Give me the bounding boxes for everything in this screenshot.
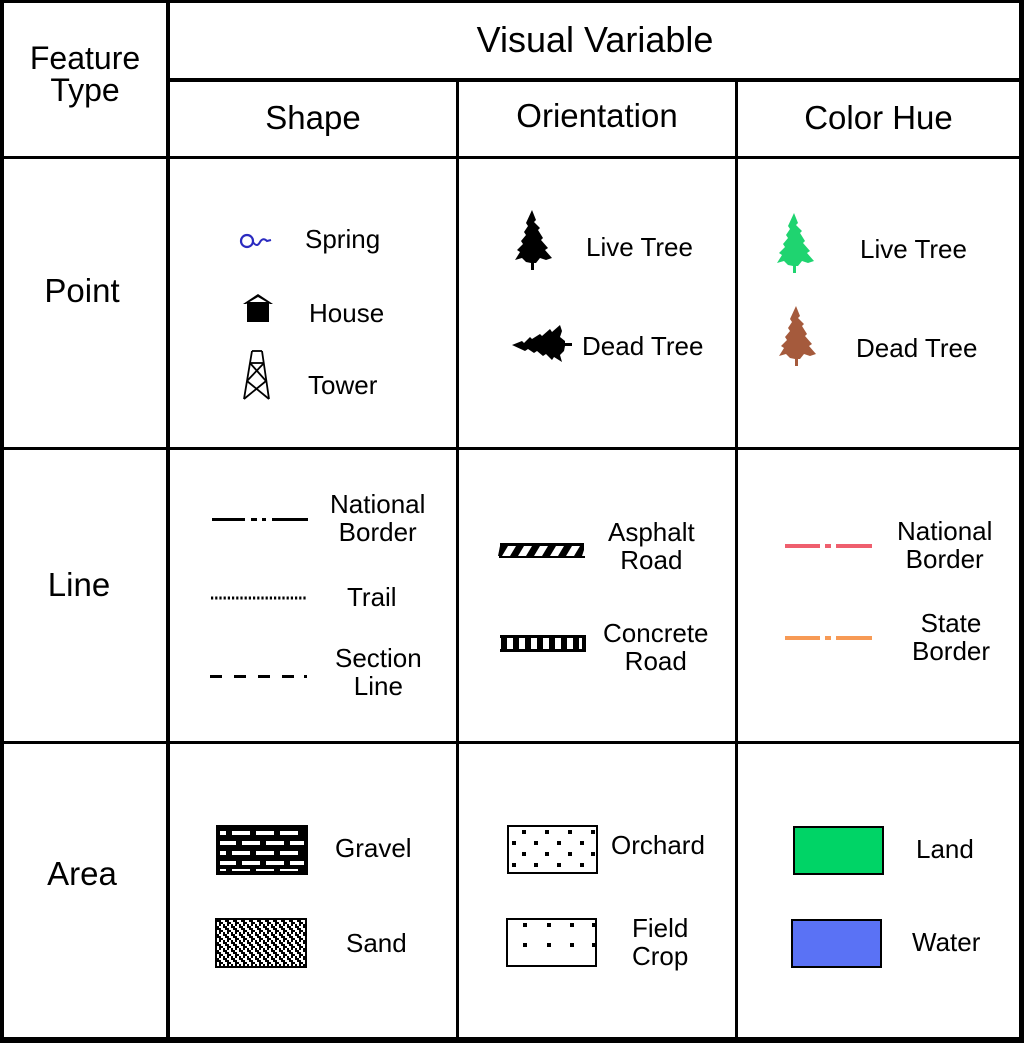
column-header-color-hue: Color Hue — [804, 99, 953, 136]
national-border-color-symbol — [785, 544, 872, 548]
column-header-orientation: Orientation — [516, 97, 678, 134]
land-label: Land — [916, 834, 974, 864]
water-color-swatch — [791, 919, 882, 968]
house-label: House — [309, 298, 385, 328]
column-divider-2 — [456, 78, 459, 1040]
tower-icon — [243, 350, 270, 400]
field-crop-pattern-symbol — [506, 918, 597, 967]
water-label: Water — [912, 927, 981, 957]
row-label-line: Line — [47, 566, 111, 603]
feature-type-header-line2: Type — [50, 72, 120, 108]
national-border-shape-label-line2: Border — [338, 517, 417, 547]
row-divider-line — [0, 741, 1024, 744]
feature-type-header-line1: Feature — [29, 40, 141, 76]
national-border-line-symbol — [212, 518, 308, 521]
live-tree-green-icon — [777, 213, 814, 273]
section-line-symbol — [210, 675, 307, 678]
table-border-bottom — [0, 1037, 1024, 1043]
tower-label: Tower — [308, 370, 378, 400]
header-divider — [168, 78, 1024, 82]
concrete-road-symbol — [500, 635, 586, 652]
feature-type-header: Feature Type — [4, 42, 166, 106]
national-border-color-label: National Border — [897, 517, 992, 573]
live-tree-icon — [515, 210, 552, 270]
house-icon — [243, 294, 273, 322]
state-border-color-label: State Border — [912, 609, 990, 665]
concrete-road-label-line1: Concrete — [603, 618, 709, 648]
national-border-shape-label-line1: National — [330, 489, 426, 519]
column-header-shape: Shape — [265, 99, 361, 136]
concrete-road-label: Concrete Road — [603, 619, 709, 675]
section-line-label: Section Line — [335, 644, 422, 700]
dead-tree-orientation-label: Dead Tree — [582, 331, 704, 361]
orchard-label: Orchard — [611, 830, 705, 860]
asphalt-road-label: Asphalt Road — [608, 518, 695, 574]
land-color-swatch — [793, 826, 884, 875]
live-tree-color-label: Live Tree — [860, 234, 967, 264]
field-crop-label: Field Crop — [632, 914, 688, 970]
field-crop-label-line2: Crop — [632, 941, 689, 971]
sand-pattern-symbol — [215, 918, 307, 968]
trail-label: Trail — [347, 582, 397, 612]
state-border-color-label-line1: State — [920, 608, 982, 638]
concrete-road-label-line2: Road — [624, 646, 687, 676]
dead-tree-brown-icon — [779, 306, 816, 366]
national-border-color-label-line2: Border — [905, 544, 984, 574]
row-label-area: Area — [47, 855, 117, 892]
row-label-point: Point — [44, 272, 120, 309]
table-border-top — [0, 0, 1024, 3]
row-divider-header — [0, 156, 1024, 159]
visual-variable-header: Visual Variable — [476, 19, 714, 60]
column-divider-3 — [735, 80, 738, 1040]
dead-tree-icon — [512, 325, 572, 362]
section-line-label-line2: Line — [353, 671, 403, 701]
trail-line-symbol — [211, 596, 307, 600]
spring-icon — [239, 233, 272, 249]
asphalt-road-symbol — [498, 543, 585, 558]
orchard-pattern-symbol — [507, 825, 598, 874]
state-border-color-symbol — [785, 636, 872, 640]
state-border-color-label-line2: Border — [912, 636, 991, 666]
live-tree-orientation-label: Live Tree — [586, 232, 693, 262]
national-border-shape-label: National Border — [330, 490, 425, 546]
asphalt-road-label-line1: Asphalt — [608, 517, 695, 547]
spring-label: Spring — [305, 224, 381, 254]
gravel-label: Gravel — [335, 833, 412, 863]
dead-tree-color-label: Dead Tree — [856, 333, 978, 363]
gravel-pattern-symbol — [216, 825, 308, 875]
sand-label: Sand — [346, 928, 407, 958]
row-divider-point — [0, 447, 1024, 450]
section-line-label-line1: Section — [335, 643, 422, 673]
field-crop-label-line1: Field — [632, 913, 689, 943]
national-border-color-label-line1: National — [897, 516, 993, 546]
asphalt-road-label-line2: Road — [620, 545, 683, 575]
